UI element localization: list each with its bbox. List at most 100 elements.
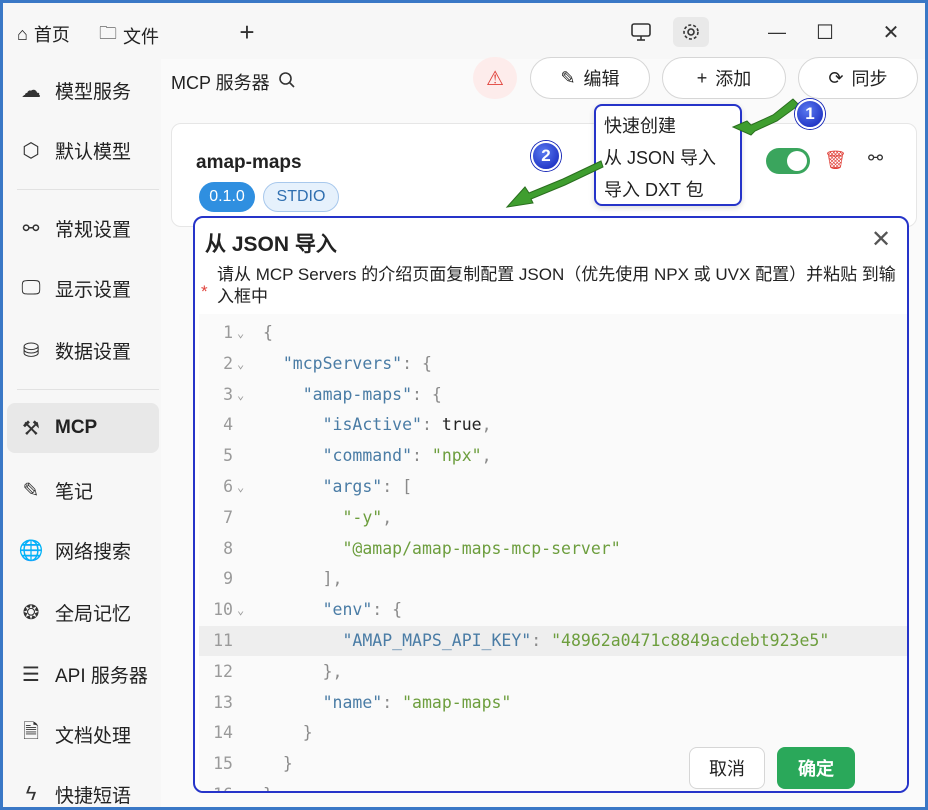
sidebar-item-label: 文档处理 (55, 725, 132, 747)
sidebar-item-global-memory[interactable]: ❂ 全局记忆 (7, 587, 159, 637)
display-icon: 🖵 (21, 276, 41, 299)
code-text: } (263, 780, 273, 791)
confirm-button[interactable]: 确定 (777, 747, 855, 789)
code-line[interactable]: 9 ], (199, 564, 907, 594)
code-line[interactable]: 7 "-y", (199, 503, 907, 533)
code-line[interactable]: 11 "AMAP_MAPS_API_KEY": "48962a0471c8849… (199, 626, 907, 656)
code-text: "command": "npx", (322, 446, 492, 466)
sidebar-item-label: 笔记 (55, 481, 94, 503)
code-line[interactable]: 14 } (199, 718, 907, 748)
sync-button[interactable]: ⟳ 同步 (798, 57, 918, 99)
code-line[interactable]: 12 }, (199, 657, 907, 687)
globe-icon: 🌐 (18, 539, 44, 562)
minimize-button[interactable]: — (759, 17, 795, 47)
menu-item-quick-create[interactable]: 快速创建 (604, 112, 676, 138)
close-icon[interactable]: ✕ (863, 222, 899, 256)
server-card[interactable]: amap-maps 0.1.0 STDIO 🗑 ⚯ (171, 123, 917, 227)
fold-chevron-icon[interactable]: ⌄ (237, 349, 244, 379)
sidebar-item-quick-phrases[interactable]: ϟ 快捷短语 (7, 769, 159, 807)
warning-button[interactable]: ⚠ (473, 57, 517, 99)
line-number: 15 (213, 754, 233, 774)
line-number: 13 (213, 692, 233, 712)
line-number: 5 (223, 446, 233, 466)
line-number: 8 (223, 538, 233, 558)
dialog-description: 请从 MCP Servers 的介绍页面复制配置 JSON（优先使用 NPX 或… (217, 265, 896, 306)
warning-icon: ⚠ (486, 67, 504, 90)
code-line[interactable]: 4 "isActive": true, (199, 410, 907, 440)
code-text: "@amap/amap-maps-mcp-server" (342, 538, 621, 558)
sidebar-item-display-settings[interactable]: 🖵 显示设置 (7, 263, 159, 313)
code-line[interactable]: 2 ⌄ "mcpServers": { (199, 349, 907, 379)
menu-item-import-dxt[interactable]: 导入 DXT 包 (604, 176, 704, 202)
line-number: 12 (213, 661, 233, 681)
sidebar-item-default-model[interactable]: ⬡ 默认模型 (7, 125, 159, 175)
code-line[interactable]: 13 "name": "amap-maps" (199, 688, 907, 718)
line-number: 10 (213, 600, 233, 620)
code-text: ], (322, 569, 343, 589)
sidebar-item-label: 常规设置 (55, 219, 132, 241)
code-text: { (263, 323, 273, 342)
tab-files-label: 文件 (123, 27, 159, 47)
monitor-icon[interactable] (623, 17, 659, 47)
json-code-editor[interactable]: 1 ⌄{2 ⌄ "mcpServers": {3 ⌄ "amap-maps": {4 … (199, 314, 907, 791)
maximize-button[interactable]: ☐ (807, 17, 843, 47)
code-text: "isActive": true, (322, 415, 492, 435)
pencil-icon: ✎ (560, 67, 576, 88)
code-line[interactable]: 5 "command": "npx", (199, 441, 907, 471)
tab-files[interactable]: 🗀 文件 (99, 21, 159, 51)
step-marker-2: 2 (531, 141, 561, 171)
code-line[interactable]: 8 "@amap/amap-maps-mcp-server" (199, 534, 907, 564)
fold-chevron-icon[interactable]: ⌄ (237, 472, 244, 502)
sidebar-item-label: 全局记忆 (55, 603, 132, 625)
note-icon: ✎ (22, 479, 40, 502)
sidebar-divider (17, 189, 159, 190)
line-number: 3 (223, 384, 233, 404)
sidebar-item-label: 模型服务 (55, 81, 132, 103)
code-text: "AMAP_MAPS_API_KEY": "48962a0471c8849acd… (342, 631, 830, 650)
edit-button[interactable]: ✎ 编辑 (530, 57, 650, 99)
line-number: 7 (223, 507, 233, 527)
fold-chevron-icon[interactable]: ⌄ (237, 380, 244, 410)
required-mark: * (201, 282, 208, 301)
sidebar-item-label: MCP (55, 417, 98, 438)
fold-chevron-icon[interactable]: ⌄ (237, 318, 244, 348)
sidebar-item-api-server[interactable]: ☰ API 服务器 (7, 649, 159, 699)
menu-item-import-json[interactable]: 从 JSON 导入 (604, 144, 716, 170)
line-number: 9 (223, 569, 233, 589)
new-tab-button[interactable]: + (229, 17, 265, 47)
fold-chevron-icon[interactable]: ⌄ (237, 595, 244, 625)
sidebar-item-document-processing[interactable]: 🗎 文档处理 (7, 709, 159, 759)
line-number: 14 (213, 723, 233, 743)
sliders-icon: ⚯ (22, 217, 40, 240)
sidebar-item-notes[interactable]: ✎ 笔记 (7, 465, 159, 515)
step-marker-1: 1 (795, 99, 825, 129)
search-icon[interactable] (278, 71, 296, 94)
tab-home[interactable]: ⌂ 首页 (17, 21, 70, 47)
sidebar-item-web-search[interactable]: 🌐 网络搜索 (7, 525, 159, 575)
gear-icon[interactable] (673, 17, 709, 47)
cancel-button[interactable]: 取消 (689, 747, 765, 789)
storage-icon: ⛁ (22, 339, 40, 362)
code-line[interactable]: 1 ⌄ { (199, 318, 907, 348)
line-number: 2 (223, 353, 233, 373)
code-line[interactable]: 3 ⌄ "amap-maps": { (199, 380, 907, 410)
edit-button-label: 编辑 (583, 69, 620, 89)
cloud-icon: ☁ (21, 79, 41, 102)
code-line[interactable]: 6 ⌄ "args": [ (199, 472, 907, 502)
sidebar-item-data-settings[interactable]: ⛁ 数据设置 (7, 325, 159, 375)
code-line[interactable]: 10 ⌄ "env": { (199, 595, 907, 625)
import-json-dialog: 从 JSON 导入 ✕ * 请从 MCP Servers 的介绍页面复制配置 J… (193, 216, 909, 793)
close-window-button[interactable]: ✕ (873, 17, 909, 47)
settings-sliders-icon[interactable]: ⚯ (868, 148, 883, 169)
add-button[interactable]: + 添加 (662, 57, 786, 99)
server-icon: ☰ (22, 663, 40, 686)
sidebar-item-general-settings[interactable]: ⚯ 常规设置 (7, 203, 159, 253)
sidebar-item-model-service[interactable]: ☁ 模型服务 (7, 65, 159, 115)
lightning-icon: ϟ (25, 782, 37, 805)
sidebar-item-mcp[interactable]: ⚒ MCP (7, 403, 159, 453)
code-text: "amap-maps": { (302, 384, 442, 404)
code-text: "-y", (342, 507, 393, 527)
trash-icon[interactable]: 🗑 (824, 150, 847, 171)
refresh-icon: ⟳ (828, 67, 844, 88)
server-enabled-toggle[interactable] (766, 148, 810, 174)
